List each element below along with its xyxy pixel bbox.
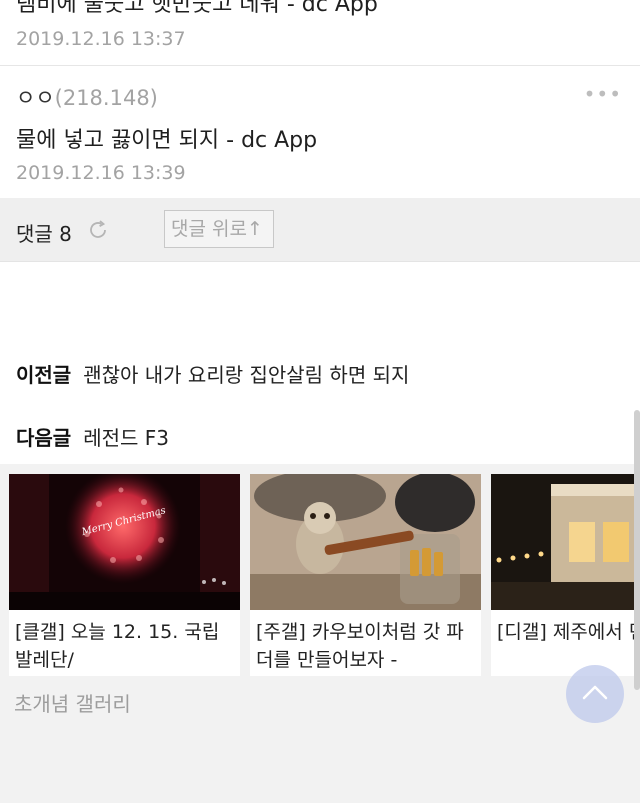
chevron-up-icon xyxy=(582,685,608,700)
related-post-title[interactable]: [디갤] 제주에서 던 숙소 xyxy=(497,618,640,646)
next-post-title[interactable]: 레전드 F3 xyxy=(83,426,169,450)
comment-item: 렘비에 물붓고 햇반붓고 데워 - dc App 2019.12.16 13:3… xyxy=(0,0,640,66)
comment-text: 물에 넣고 끓이면 되지 - dc App xyxy=(16,128,318,153)
related-post-card[interactable]: [주갤] 카우보이처럼 갓 파더를 만들어보자 - xyxy=(250,474,481,676)
refresh-icon[interactable] xyxy=(86,218,110,242)
prev-post-label: 이전글 xyxy=(16,363,72,387)
more-options-icon[interactable]: ••• xyxy=(584,82,622,106)
related-post-title[interactable]: [클갤] 오늘 12. 15. 국립 발레단/ xyxy=(15,618,240,674)
comment-bar: 댓글 8 댓글 위로↑ xyxy=(0,198,640,262)
prev-post-title[interactable]: 괜찮아 내가 요리랑 집안살림 하면 되지 xyxy=(83,363,409,387)
next-post-link[interactable]: 다음글 레전드 F3 xyxy=(16,422,169,451)
related-post-card[interactable]: [디갤] 제주에서 던 숙소 xyxy=(491,474,640,676)
comment-author-ip: (218.148) xyxy=(54,86,158,110)
scroll-to-comments-button[interactable]: 댓글 위로↑ xyxy=(164,210,274,248)
christmas-ballet-thumbnail: Merry Christmas xyxy=(9,474,240,610)
related-post-card[interactable]: Merry Christmas [클갤] 오늘 12. 15. 국립 발레단/ xyxy=(9,474,240,676)
comment-item: ㅇㅇ(218.148) ••• 물에 넣고 끓이면 되지 - dc App 20… xyxy=(0,66,640,198)
comment-text: 렘비에 물붓고 햇반붓고 데워 - dc App xyxy=(16,0,378,17)
cowboy-toy-thumbnail xyxy=(250,474,481,610)
scroll-to-top-button[interactable] xyxy=(566,665,624,723)
jeju-lodging-thumbnail xyxy=(491,474,640,610)
comment-author[interactable]: ㅇㅇ(218.148) xyxy=(16,82,158,112)
related-posts-section: Merry Christmas [클갤] 오늘 12. 15. 국립 발레단/ … xyxy=(0,464,640,803)
next-post-label: 다음글 xyxy=(16,426,72,450)
comment-count: 댓글 8 xyxy=(16,222,72,246)
related-post-title[interactable]: [주갤] 카우보이처럼 갓 파더를 만들어보자 - xyxy=(256,618,481,674)
comment-date: 2019.12.16 13:37 xyxy=(16,28,186,50)
gallery-name[interactable]: 초개념 갤러리 xyxy=(14,688,131,717)
prev-post-link[interactable]: 이전글 괜찮아 내가 요리랑 집안살림 하면 되지 xyxy=(16,359,409,388)
comment-date: 2019.12.16 13:39 xyxy=(16,162,186,184)
comment-author-name[interactable]: ㅇㅇ xyxy=(16,86,55,110)
scrollbar[interactable] xyxy=(634,410,640,690)
